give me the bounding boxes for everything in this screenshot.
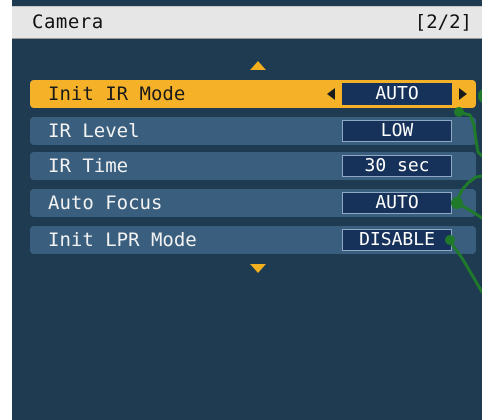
menu-item-label: Init LPR Mode — [48, 229, 197, 251]
menu-item-auto-focus[interactable]: Auto Focus AUTO — [30, 189, 476, 217]
menu-item-init-lpr-mode[interactable]: Init LPR Mode DISABLE — [30, 226, 476, 254]
menu-item-ir-level[interactable]: IR Level LOW — [30, 117, 476, 145]
page-indicator: [2/2] — [414, 11, 472, 33]
menu-item-label: Auto Focus — [48, 192, 163, 214]
menu-item-init-ir-mode[interactable]: Init IR Mode AUTO — [30, 80, 476, 108]
scroll-down-arrow-icon[interactable] — [250, 264, 266, 273]
menu-item-value[interactable]: AUTO — [342, 83, 452, 105]
scroll-up-arrow-icon[interactable] — [250, 61, 266, 70]
title-bar: Camera [2/2] — [12, 6, 482, 39]
menu-item-label: IR Time — [48, 155, 129, 177]
menu-title: Camera — [32, 11, 104, 33]
menu-item-ir-time[interactable]: IR Time 30 sec — [30, 152, 476, 180]
menu-item-value[interactable]: LOW — [342, 120, 452, 142]
decrease-value-arrow-icon[interactable] — [327, 88, 335, 100]
menu-item-value[interactable]: DISABLE — [342, 229, 452, 251]
menu-item-label: Init IR Mode — [48, 83, 186, 105]
menu-item-label: IR Level — [48, 120, 140, 142]
menu-item-value[interactable]: AUTO — [342, 192, 452, 214]
increase-value-arrow-icon[interactable] — [459, 88, 467, 100]
menu-item-value[interactable]: 30 sec — [342, 155, 452, 177]
